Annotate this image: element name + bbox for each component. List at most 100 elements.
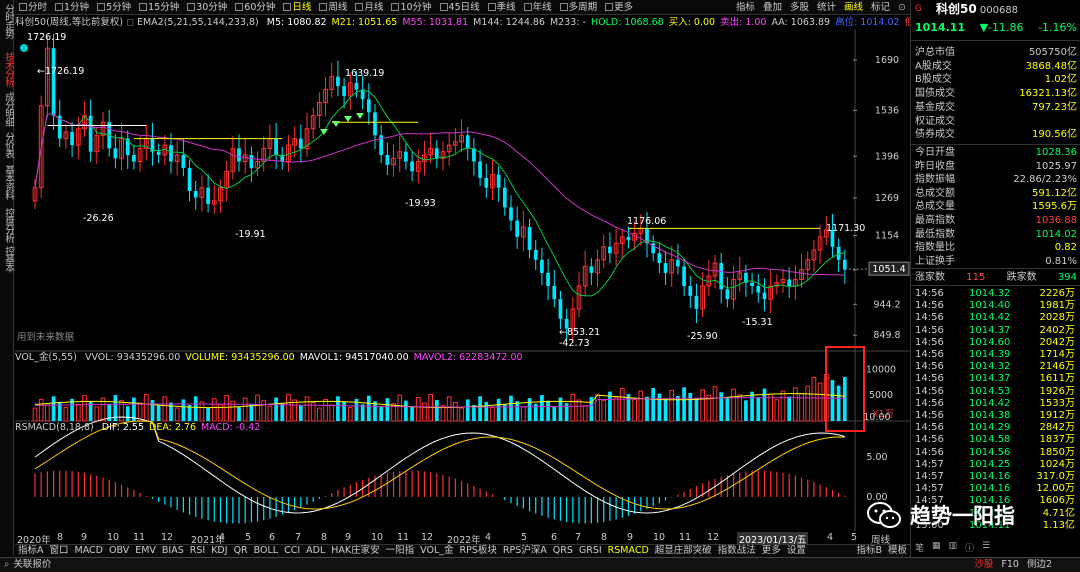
indicator-tab[interactable]: BIAS [159, 545, 187, 557]
volume-bar [817, 382, 823, 422]
stat-value: 591.12亿 [1032, 187, 1077, 199]
indicator-tab[interactable]: KDJ [208, 545, 230, 557]
status-link[interactable]: 侧边2 [1027, 558, 1052, 572]
stat-row: 昨日收盘 1025.97 [915, 161, 1077, 173]
indicator-tab[interactable]: HAK庄家安 [328, 545, 382, 557]
related-quote[interactable]: 关联报价 [13, 558, 51, 572]
indicator-tab[interactable]: ADL [303, 545, 328, 557]
stat-row: 最低指数 1014.02 [915, 229, 1077, 241]
volume-bar [267, 405, 273, 422]
status-link[interactable]: 沙股 [974, 558, 993, 572]
x-axis-label: 6 [551, 532, 558, 543]
candle [663, 263, 668, 273]
left-tab[interactable]: 控盘分析 [1, 208, 14, 242]
indicator-tab[interactable]: RPS板块 [457, 545, 500, 557]
settings-icon[interactable]: ⊙ [894, 0, 910, 15]
tick-volume: 1611万 [1039, 373, 1075, 385]
volume-value: VOLUME: 93435296.00 [185, 352, 295, 363]
indicator-tab[interactable]: 更多 [759, 545, 784, 557]
indicator-tab[interactable]: OBV [106, 545, 132, 557]
indicator-tab[interactable]: RSI [187, 545, 208, 557]
tool-button[interactable]: 画线 [840, 0, 867, 15]
period-tab[interactable]: 15分钟 [135, 0, 183, 15]
period-tab[interactable]: 10分钟 [387, 0, 435, 15]
bars-icon[interactable]: ▥ [949, 541, 958, 555]
volume-axis-label: 5000 [869, 390, 893, 401]
tool-button[interactable]: 标记 [867, 0, 894, 15]
left-tab[interactable]: 基本资料 [1, 165, 14, 199]
indicator-settings-icon[interactable]: ◻ [126, 17, 137, 28]
grid-icon[interactable]: ▦ [932, 541, 941, 555]
status-link[interactable]: F10 [1001, 558, 1019, 572]
panel-bottom-icons: 笔 ▦ ▥ ⓘ ☰ [913, 541, 1079, 555]
ema-label[interactable]: EMA2(5,21,55,144,233,8) [137, 17, 259, 28]
tool-button[interactable]: 多股 [786, 0, 813, 15]
left-tab[interactable]: 成分明细 [1, 92, 14, 126]
tool-button[interactable]: 统计 [813, 0, 840, 15]
search-icon[interactable]: ⌕ [0, 558, 13, 572]
period-tab[interactable]: 30分钟 [183, 0, 231, 15]
period-tab[interactable]: 5分钟 [93, 0, 135, 15]
period-tab[interactable]: 分时 [15, 0, 51, 15]
indicator-tab[interactable]: CCI [281, 545, 303, 557]
left-tab[interactable]: 控基本 [1, 246, 14, 272]
indicator-tab[interactable]: QRS [550, 545, 576, 557]
tick-volume: 1837万 [1039, 434, 1075, 446]
ma-value: HOLD: 1068.68 [590, 17, 664, 28]
indicator-tab[interactable]: 指数战法 [715, 545, 759, 557]
tool-button[interactable]: 叠加 [759, 0, 786, 15]
pencil-icon[interactable]: 笔 [915, 541, 924, 555]
indicator-tab[interactable]: RPS沪深A [500, 545, 550, 557]
indicator-tab[interactable]: 超显庄部突破 [652, 545, 715, 557]
volume-bar [756, 397, 761, 421]
indicator-tab[interactable]: 设置 [784, 545, 809, 557]
period-tab[interactable]: 季线 [484, 0, 520, 15]
candle [51, 48, 56, 116]
stat-row: 基金成交 797.23亿 [915, 102, 1077, 114]
stat-label: 总成交量 [915, 201, 955, 213]
period-tab[interactable]: 更多 [601, 0, 637, 15]
period-tab[interactable]: 1分钟 [51, 0, 93, 15]
indicator-tab[interactable]: EMV [132, 545, 159, 557]
chart-area[interactable]: 169015361396126911541049944.2849.81051.4… [15, 29, 910, 531]
volume-label[interactable]: VOL_金(5,55) [15, 352, 77, 363]
period-tab[interactable]: 周线 [315, 0, 351, 15]
indicator-tab[interactable]: BOLL [251, 545, 281, 557]
indicator-tab[interactable]: VOL_金 [417, 545, 456, 557]
macd-value: DIF: 2.55 [101, 422, 144, 433]
indicator-tab[interactable]: MACD [72, 545, 106, 557]
candle [156, 151, 161, 155]
indicator-tab[interactable]: GRSI [576, 545, 605, 557]
left-tab[interactable]: 分价表 [1, 132, 14, 158]
left-tab[interactable]: 技术分析 [1, 52, 14, 86]
period-tab[interactable]: 年线 [520, 0, 556, 15]
ma-values: M5: 1080.82 M21: 1051.65 M55: 1031.81 M144:… [262, 17, 910, 28]
period-tab[interactable]: 60分钟 [231, 0, 279, 15]
indicator-tab-list: 指标A 窗口 MACD OBV EMV BIAS RSI KDJ QR BOLL CCI ADL HAK… [15, 545, 809, 557]
indicator-tab[interactable]: 指标A [15, 545, 47, 557]
tick-row: 14:57 1014.25 1024万 [913, 459, 1079, 471]
stat-label: 昨日收盘 [915, 160, 955, 172]
info-icon[interactable]: ⓘ [965, 541, 974, 555]
indicator-tab[interactable]: 一阳指 [383, 545, 418, 557]
period-tab[interactable]: 月线 [351, 0, 387, 15]
indicator-tab[interactable]: 模板 [885, 545, 910, 557]
volume-bar [582, 405, 588, 422]
list-icon[interactable]: ☰ [982, 541, 990, 555]
period-tab[interactable]: 45日线 [436, 0, 484, 15]
left-tab[interactable]: 分时走势 [1, 4, 14, 38]
indicator-tab[interactable]: 指标B [853, 545, 885, 557]
macd-label[interactable]: RSMACD(8,18,8) [15, 422, 94, 433]
price-change-pct: -1.16% [1038, 21, 1077, 34]
indicator-tab[interactable]: 窗口 [47, 545, 72, 557]
indicator-tab[interactable]: QR [231, 545, 251, 557]
volume-bar [762, 388, 767, 421]
tool-button[interactable]: 指标 [732, 0, 759, 15]
tick-time: 14:56 [915, 397, 944, 409]
period-tab[interactable]: 多周期 [556, 0, 602, 15]
period-tab[interactable]: 日线 [279, 0, 315, 15]
tick-row: 14:56 1014.42 1533万 [913, 398, 1079, 410]
indicator-tab[interactable]: RSMACD [605, 545, 652, 557]
updown-row: 涨家数 115 跌家数 394 [915, 272, 1077, 284]
candle [249, 154, 254, 169]
